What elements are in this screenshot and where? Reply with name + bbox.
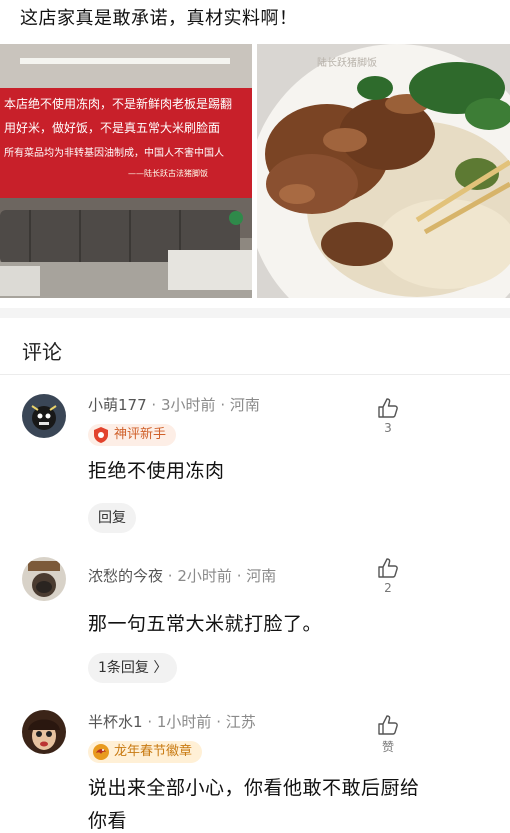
avatar[interactable]	[22, 557, 66, 601]
comment-location: 河南	[246, 567, 277, 585]
post-text: 这店家真是敢承诺，真材实料啊！	[20, 8, 298, 29]
like-count: 2	[384, 581, 392, 595]
thumbs-up-icon	[376, 714, 400, 736]
banner-line-3: 所有菜品均为非转基因油制成，中国人不害中国人	[4, 146, 224, 159]
comment-time: 2小时前	[177, 567, 232, 585]
comment-text: 拒绝不使用冻肉	[88, 460, 225, 482]
banner-sign: ——陆长跃古法猪脚饭	[128, 168, 208, 178]
comment-location: 江苏	[225, 713, 256, 731]
comment-location: 河南	[229, 396, 260, 414]
like-count: 3	[384, 421, 392, 435]
like-button[interactable]: 赞	[376, 714, 400, 755]
post-photo-food[interactable]: 陆长跃猪脚饭	[257, 44, 510, 298]
badge-label: 龙年春节徽章	[114, 744, 193, 759]
avatar[interactable]	[22, 710, 66, 754]
comment-time: 1小时前	[156, 713, 212, 731]
comment-text: 那一句五常大米就打脸了。	[88, 613, 323, 635]
comments-title: 评论	[22, 340, 62, 364]
like-label: 赞	[381, 740, 394, 754]
comment-username[interactable]: 小萌177	[88, 396, 147, 414]
view-replies-button[interactable]: 1条回复 〉	[88, 653, 178, 683]
comment-username[interactable]: 浓愁的今夜	[88, 567, 163, 585]
meta-separator: ·	[167, 567, 173, 585]
comment-text-line-2: 你看	[88, 810, 128, 832]
commenter-badge[interactable]: 神评新手	[88, 424, 177, 446]
banner-line-2: 用好米，做好饭，不是真五常大米刷脸面	[4, 120, 220, 135]
meta-separator: ·	[236, 567, 242, 585]
comment-meta: 小萌177 · 3小时前 · 河南	[88, 394, 260, 415]
meta-separator: ·	[151, 396, 157, 414]
dragon-badge-icon	[92, 743, 110, 761]
reply-button[interactable]: 回复	[88, 503, 136, 533]
comment-meta: 浓愁的今夜 · 2小时前 · 河南	[88, 565, 276, 586]
bowl-text: 陆长跃猪脚饭	[317, 56, 377, 69]
comment-username[interactable]: 半杯水1	[88, 713, 143, 731]
thumbs-up-icon	[376, 397, 400, 419]
restaurant-photo-illustration: 本店绝不使用冻肉，不是新鲜肉老板是踢翻 用好米，做好饭，不是真五常大米刷脸面 所…	[0, 44, 252, 298]
comment-time: 3小时前	[160, 396, 216, 414]
thumbs-up-icon	[376, 557, 400, 579]
comments-title-rule	[0, 374, 510, 375]
meta-separator: ·	[147, 713, 153, 731]
like-button[interactable]: 3	[376, 397, 400, 435]
banner-line-1: 本店绝不使用冻肉，不是新鲜肉老板是踢翻	[4, 96, 232, 111]
meta-separator: ·	[220, 396, 226, 414]
post-photo-restaurant[interactable]: 本店绝不使用冻肉，不是新鲜肉老板是踢翻 用好米，做好饭，不是真五常大米刷脸面 所…	[0, 44, 252, 298]
section-divider	[0, 308, 510, 318]
shield-badge-icon	[92, 426, 110, 444]
commenter-badge[interactable]: 龙年春节徽章	[88, 741, 203, 763]
comment-meta: 半杯水1 · 1小时前 · 江苏	[88, 711, 256, 732]
badge-label: 神评新手	[114, 427, 167, 442]
comment-text-line-1: 说出来全部小心，你看他敢不敢后厨给	[88, 777, 420, 799]
meta-separator: ·	[216, 713, 221, 731]
avatar[interactable]	[22, 394, 66, 438]
like-button[interactable]: 2	[376, 557, 400, 595]
food-photo-illustration: 陆长跃猪脚饭	[257, 44, 510, 298]
